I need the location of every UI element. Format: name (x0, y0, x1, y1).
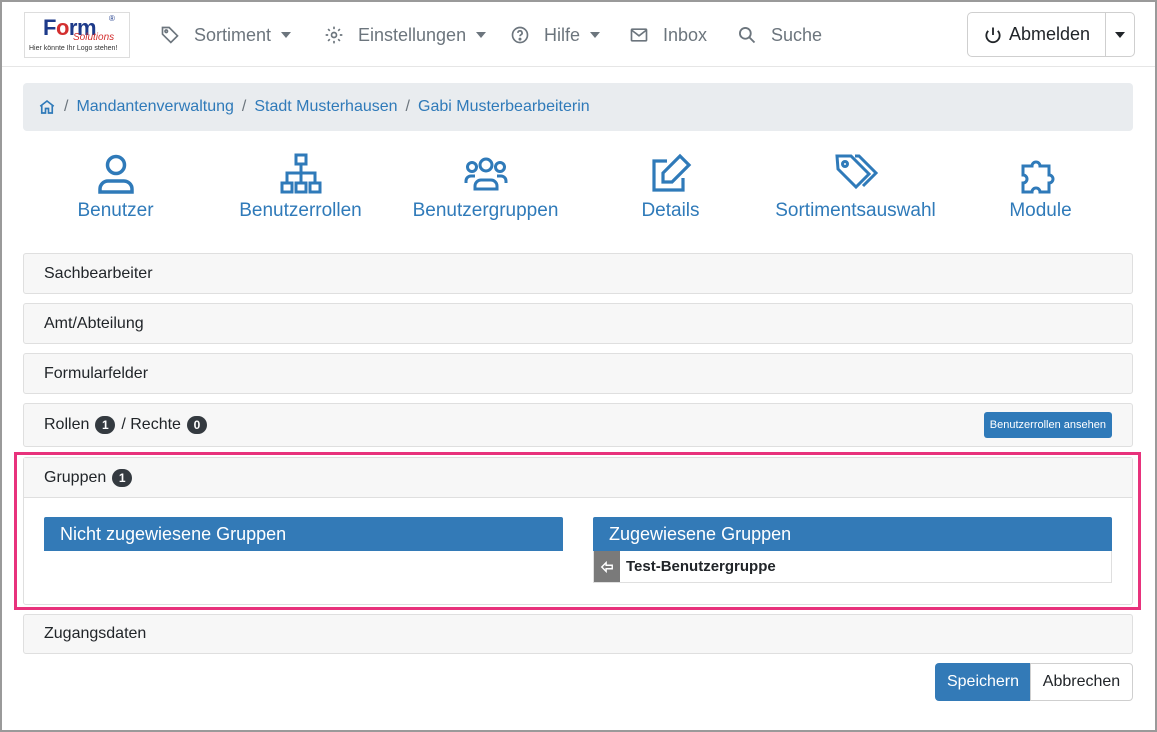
edit-icon (651, 153, 691, 192)
home-icon[interactable] (38, 98, 56, 116)
benutzerrollen-ansehen-button[interactable]: Benutzerrollen ansehen (983, 412, 1112, 438)
nav-hilfe[interactable]: Hilfe (510, 22, 601, 48)
tag-icon (161, 26, 179, 44)
gear-icon (325, 26, 343, 44)
chevron-down-icon (590, 32, 601, 38)
nav-suche[interactable]: Suche (737, 22, 822, 48)
nav-einstellungen[interactable]: Einstellungen (324, 22, 487, 48)
help-circle-icon (511, 26, 529, 44)
rollen-label: Rollen (44, 416, 90, 433)
tile-module-label: Module (1009, 200, 1072, 221)
breadcrumb-link-stadt[interactable]: Stadt Musterhausen (254, 98, 397, 116)
section-sachbearbeiter[interactable]: Sachbearbeiter (23, 253, 1133, 294)
chevron-down-icon (281, 32, 292, 38)
search-icon (739, 27, 756, 44)
users-icon (464, 157, 507, 191)
section-formularfelder[interactable]: Formularfelder (23, 353, 1133, 394)
logo-tagline: Hier könnte Ihr Logo stehen! (29, 45, 118, 52)
sitemap-icon (280, 153, 321, 194)
rechte-count-badge: 0 (186, 416, 207, 434)
tile-benutzergruppen-label: Benutzergruppen (412, 200, 559, 221)
section-zugangsdaten-title: Zugangsdaten (44, 625, 147, 642)
chevron-down-icon (1115, 31, 1125, 38)
nav-inbox[interactable]: Inbox (629, 22, 707, 48)
tags-icon (834, 154, 878, 190)
brand-logo[interactable]: Form ® Solutions Hier könnte Ihr Logo st… (24, 12, 130, 58)
breadcrumb-link-user[interactable]: Gabi Musterbearbeiterin (418, 98, 590, 116)
tile-benutzer[interactable]: Benutzer (23, 152, 208, 227)
top-navbar: Form ® Solutions Hier könnte Ihr Logo st… (2, 2, 1155, 67)
user-icon (97, 154, 134, 194)
section-rollen-rechte[interactable]: Rollen 1 / Rechte 0 Benutzerrollen anseh… (23, 403, 1133, 447)
tile-benutzerrollen[interactable]: Benutzerrollen (208, 152, 393, 227)
section-zugangsdaten[interactable]: Zugangsdaten (23, 614, 1133, 654)
tile-details-label: Details (641, 200, 700, 221)
section-formularfelder-title: Formularfelder (44, 364, 149, 382)
logout-button[interactable]: Abmelden (968, 13, 1106, 56)
nav-hilfe-label: Hilfe (544, 24, 581, 45)
highlight-box (14, 452, 1141, 610)
tile-details[interactable]: Details (578, 152, 763, 227)
breadcrumb: / Mandantenverwaltung / Stadt Musterhaus… (23, 83, 1133, 131)
logout-dropdown-toggle[interactable] (1106, 13, 1134, 56)
cancel-button[interactable]: Abbrechen (1030, 663, 1133, 701)
chevron-down-icon (476, 32, 487, 38)
section-amt-title: Amt/Abteilung (44, 314, 144, 332)
tile-sortimentsauswahl[interactable]: Sortimentsauswahl (763, 152, 948, 227)
envelope-icon (630, 28, 648, 42)
puzzle-icon (1021, 160, 1054, 194)
nav-einstellungen-label: Einstellungen (358, 24, 467, 45)
power-icon (985, 27, 1001, 43)
nav-sortiment-label: Sortiment (194, 24, 272, 45)
section-sachbearbeiter-title: Sachbearbeiter (44, 264, 153, 282)
nav-sortiment[interactable]: Sortiment (160, 22, 292, 48)
rollen-count-badge: 1 (95, 416, 116, 434)
tile-sortimentsauswahl-label: Sortimentsauswahl (775, 200, 936, 221)
save-button[interactable]: Speichern (935, 663, 1031, 701)
logo-subtitle: Solutions (73, 32, 115, 43)
rechte-label: / Rechte (121, 416, 181, 433)
nav-suche-label: Suche (771, 24, 823, 45)
tile-benutzerrollen-label: Benutzerrollen (239, 200, 362, 221)
section-amt-abteilung[interactable]: Amt/Abteilung (23, 303, 1133, 344)
logout-label: Abmelden (1008, 24, 1091, 44)
tile-benutzergruppen[interactable]: Benutzergruppen (393, 152, 578, 227)
logout-button-group: Abmelden (967, 12, 1135, 57)
breadcrumb-link-mandantenverwaltung[interactable]: Mandantenverwaltung (76, 98, 233, 116)
tile-module[interactable]: Module (948, 152, 1133, 227)
nav-inbox-label: Inbox (663, 24, 708, 45)
tile-benutzer-label: Benutzer (77, 200, 154, 221)
